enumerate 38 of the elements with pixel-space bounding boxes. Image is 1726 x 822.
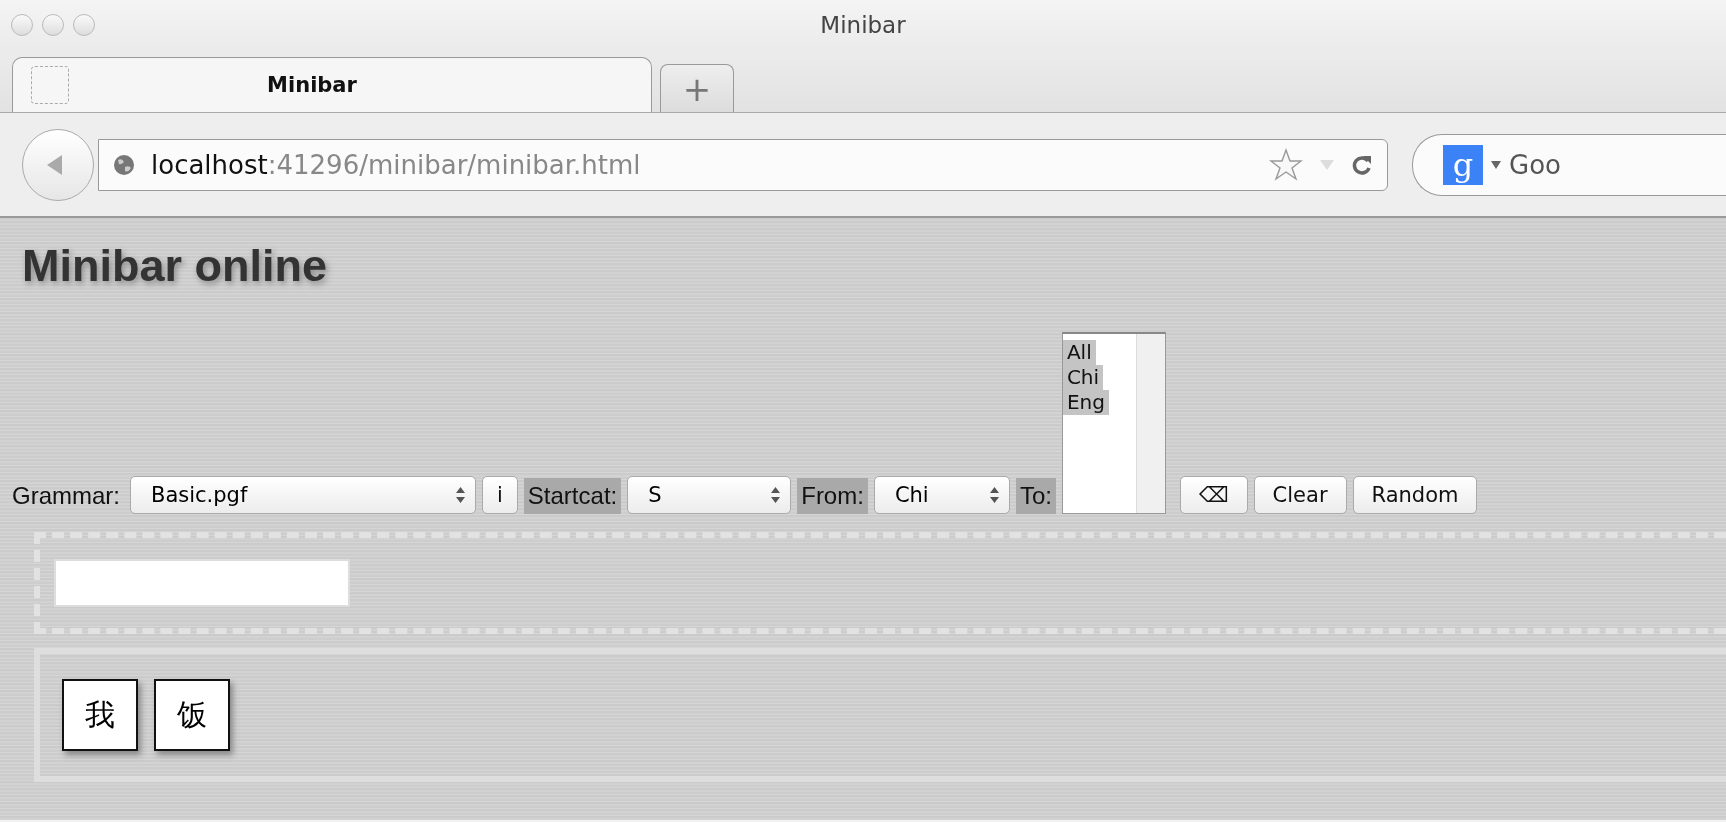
browser-tab[interactable]: Minibar	[12, 57, 652, 112]
dropdown-select[interactable]: Basic.pgf	[130, 476, 476, 514]
up-down-arrows-icon	[771, 487, 781, 503]
search-engine-badge[interactable]: g	[1443, 144, 1483, 185]
page-heading: Minibar online	[22, 240, 328, 292]
listbox-option[interactable]: Chi	[1062, 365, 1104, 390]
language-listbox[interactable]: All Chi Eng	[1061, 332, 1166, 514]
url-text: localhost:41296/minibar/minibar.html	[151, 149, 641, 180]
field-label: From:	[797, 478, 868, 514]
new-tab-button[interactable]: +	[660, 64, 734, 112]
up-down-arrows-icon	[456, 487, 465, 503]
toolbar-button[interactable]: Clear	[1253, 476, 1347, 514]
window-title: Minibar	[820, 12, 906, 38]
dropdown-select[interactable]: Chi	[873, 476, 1010, 514]
up-down-arrows-icon	[989, 487, 999, 503]
word-tile[interactable]: 我	[62, 679, 138, 751]
globe-icon	[113, 153, 135, 176]
listbox-option[interactable]: Eng	[1062, 390, 1109, 415]
toolbar-button[interactable]: Random	[1352, 476, 1478, 514]
zoom-window-button[interactable]	[73, 14, 95, 36]
info-button[interactable]: i	[482, 476, 518, 514]
address-bar[interactable]: localhost:41296/minibar/minibar.html	[98, 138, 1388, 191]
close-window-button[interactable]	[11, 14, 33, 36]
listbox-option[interactable]: All	[1062, 340, 1096, 365]
word-tile[interactable]: 饭	[154, 679, 230, 751]
dropdown-arrow-icon[interactable]	[1491, 160, 1501, 169]
search-placeholder: Goo	[1509, 149, 1561, 180]
dropdown-select[interactable]: S	[627, 476, 792, 514]
field-label: To:	[1015, 478, 1056, 514]
favicon-placeholder-icon	[31, 66, 69, 104]
reload-icon[interactable]	[1351, 153, 1373, 176]
star-icon[interactable]	[1269, 147, 1303, 182]
input-field[interactable]	[54, 559, 350, 607]
minimize-window-button[interactable]	[42, 14, 64, 36]
field-label: Startcat:	[523, 478, 622, 514]
toolbar-button[interactable]: ⌫	[1179, 476, 1248, 514]
search-field[interactable]: g Goo	[1412, 133, 1726, 196]
field-label: Grammar:	[11, 481, 121, 511]
